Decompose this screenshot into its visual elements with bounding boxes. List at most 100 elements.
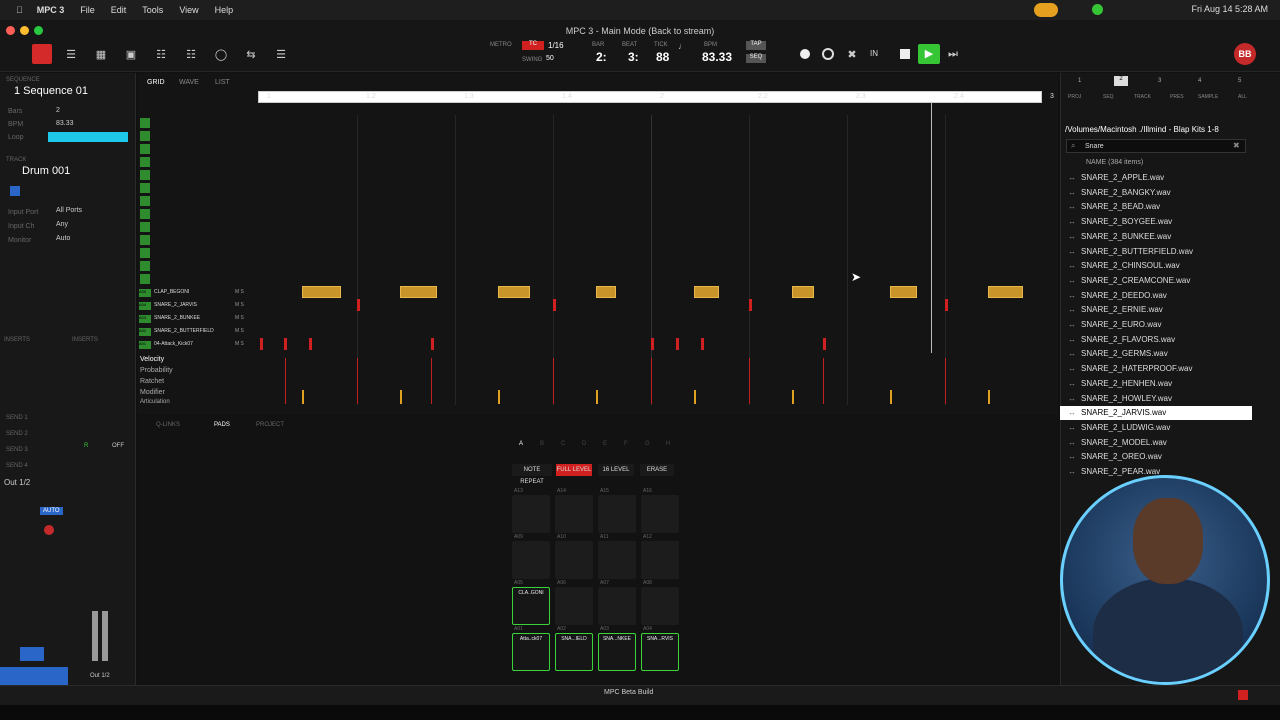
pad[interactable] <box>598 541 636 579</box>
preview-arrow-icon[interactable]: ↔ <box>1068 394 1076 403</box>
note-event[interactable] <box>823 338 826 350</box>
file-row[interactable]: ↔ SNARE_2_LUDWIG.wav <box>1060 421 1252 435</box>
menu-view[interactable]: View <box>179 5 198 15</box>
browser-tab-4[interactable]: 4 <box>1198 78 1201 84</box>
bank-f[interactable]: F <box>624 441 628 447</box>
file-row[interactable]: ↔ SNARE_2_CREAMCONE.wav <box>1060 274 1252 288</box>
pad[interactable] <box>512 541 550 579</box>
loop-toggle[interactable] <box>48 132 128 142</box>
velocity-bar[interactable] <box>988 390 990 404</box>
bank-a[interactable]: A <box>519 441 523 447</box>
tab-pads[interactable]: PADS <box>214 422 230 428</box>
record-button[interactable] <box>800 49 810 59</box>
preview-arrow-icon[interactable]: ↔ <box>1068 438 1076 447</box>
auto-icon[interactable]: ✖ <box>843 45 861 63</box>
note-event[interactable] <box>988 286 1023 298</box>
file-row[interactable]: ↔ SNARE_2_HOWLEY.wav <box>1060 392 1252 406</box>
pad[interactable] <box>512 495 550 533</box>
param-articulation[interactable]: Articulation <box>140 399 170 405</box>
param-probability[interactable]: Probability <box>140 367 173 374</box>
file-row[interactable]: ↔ SNARE_2_HENHEN.wav <box>1060 377 1252 391</box>
settings-icon[interactable]: ☷ <box>182 45 200 63</box>
preview-arrow-icon[interactable]: ↔ <box>1068 173 1076 182</box>
velocity-bar[interactable] <box>694 390 696 404</box>
pad[interactable] <box>598 495 636 533</box>
output-select[interactable]: Out 1/2 <box>4 478 30 487</box>
preview-arrow-icon[interactable]: ↔ <box>1068 188 1076 197</box>
auto-button[interactable]: AUTO <box>40 507 63 515</box>
preview-arrow-icon[interactable]: ↔ <box>1068 202 1076 211</box>
16-level-button[interactable]: 16 LEVEL <box>598 464 634 476</box>
velocity-bar[interactable] <box>553 358 554 404</box>
file-row[interactable]: ↔ SNARE_2_DEEDO.wav <box>1060 289 1252 303</box>
search-input[interactable]: Snare <box>1085 143 1104 150</box>
note-event[interactable] <box>596 286 616 298</box>
mute-button[interactable] <box>20 647 44 661</box>
record-icon[interactable]: ◯ <box>212 45 230 63</box>
note-event[interactable] <box>284 338 287 350</box>
bank-g[interactable]: G <box>645 441 650 447</box>
preview-arrow-icon[interactable]: ↔ <box>1068 247 1076 256</box>
bpm-value[interactable]: 83.33 <box>702 50 732 64</box>
velocity-bar[interactable] <box>596 390 598 404</box>
play-button[interactable]: ▶ <box>918 44 940 64</box>
record-indicator-icon[interactable] <box>1238 690 1248 700</box>
preview-arrow-icon[interactable]: ↔ <box>1068 379 1076 388</box>
note-event[interactable] <box>431 338 434 350</box>
tab-project[interactable]: PROJECT <box>256 422 284 428</box>
param-modifier[interactable]: Modifier <box>140 389 165 396</box>
loop-icon[interactable]: ⇆ <box>242 45 260 63</box>
read-button[interactable]: R <box>84 443 88 449</box>
file-row[interactable]: ↔ SNARE_2_APPLE.wav <box>1060 171 1252 185</box>
track-name[interactable]: Drum 001 <box>22 165 70 177</box>
velocity-bar[interactable] <box>792 390 794 404</box>
file-row[interactable]: ↔ SNARE_2_BANGKY.wav <box>1060 186 1252 200</box>
note-event[interactable] <box>309 338 312 350</box>
note-repeat-button[interactable]: NOTE REPEAT <box>512 464 552 485</box>
pad[interactable] <box>641 495 679 533</box>
preview-arrow-icon[interactable]: ↔ <box>1068 232 1076 241</box>
user-avatar[interactable]: BB <box>1234 43 1256 65</box>
preview-arrow-icon[interactable]: ↔ <box>1068 305 1076 314</box>
note-event[interactable] <box>260 338 263 350</box>
file-row[interactable]: ↔ SNARE_2_OREO.wav <box>1060 450 1252 464</box>
input-port-value[interactable]: All Ports <box>56 207 82 214</box>
bank-d[interactable]: D <box>582 441 586 447</box>
bar-value[interactable]: 2: <box>596 50 607 64</box>
preview-arrow-icon[interactable]: ↔ <box>1068 217 1076 226</box>
param-ratchet[interactable]: Ratchet <box>140 378 164 385</box>
tab-q-links[interactable]: Q-LINKS <box>156 422 180 428</box>
velocity-bar[interactable] <box>823 358 824 404</box>
note-event[interactable] <box>498 286 530 298</box>
sequence-name[interactable]: 1 Sequence 01 <box>14 85 88 97</box>
seq-bpm-value[interactable]: 83.33 <box>56 120 74 127</box>
file-row[interactable]: ↔ SNARE_2_BOYGEE.wav <box>1060 215 1252 229</box>
record-arm-button[interactable] <box>44 525 54 535</box>
pad[interactable] <box>641 541 679 579</box>
preview-arrow-icon[interactable]: ↔ <box>1068 335 1076 344</box>
off-button[interactable]: OFF <box>112 443 124 449</box>
mute-solo[interactable]: M S <box>235 289 244 295</box>
cat-sample[interactable]: SAMPLE <box>1198 94 1218 100</box>
note-event[interactable] <box>302 286 341 298</box>
menu-icon[interactable]: ☰ <box>62 45 80 63</box>
bank-e[interactable]: E <box>603 441 607 447</box>
browser-icon[interactable]: ▣ <box>122 45 140 63</box>
preview-arrow-icon[interactable]: ↔ <box>1068 408 1076 417</box>
status-icon[interactable] <box>1092 4 1103 15</box>
file-row[interactable]: ↔ SNARE_2_BUTTERFIELD.wav <box>1060 245 1252 259</box>
pad[interactable] <box>555 495 593 533</box>
bars-value[interactable]: 2 <box>56 107 60 114</box>
velocity-bar[interactable] <box>400 390 402 404</box>
play-start-icon[interactable]: ⏭ <box>944 45 962 63</box>
playhead[interactable] <box>931 103 932 353</box>
velocity-bar[interactable] <box>945 358 946 404</box>
browser-path[interactable]: /Volumes/Macintosh ./Illmind - Blap Kits… <box>1065 125 1219 134</box>
param-velocity[interactable]: Velocity <box>140 356 164 363</box>
browser-column-header[interactable]: NAME (384 items) <box>1086 159 1143 166</box>
pad[interactable] <box>641 587 679 625</box>
preview-arrow-icon[interactable]: ↔ <box>1068 364 1076 373</box>
note-event[interactable] <box>701 338 704 350</box>
preview-arrow-icon[interactable]: ↔ <box>1068 349 1076 358</box>
velocity-bar[interactable] <box>285 358 286 404</box>
